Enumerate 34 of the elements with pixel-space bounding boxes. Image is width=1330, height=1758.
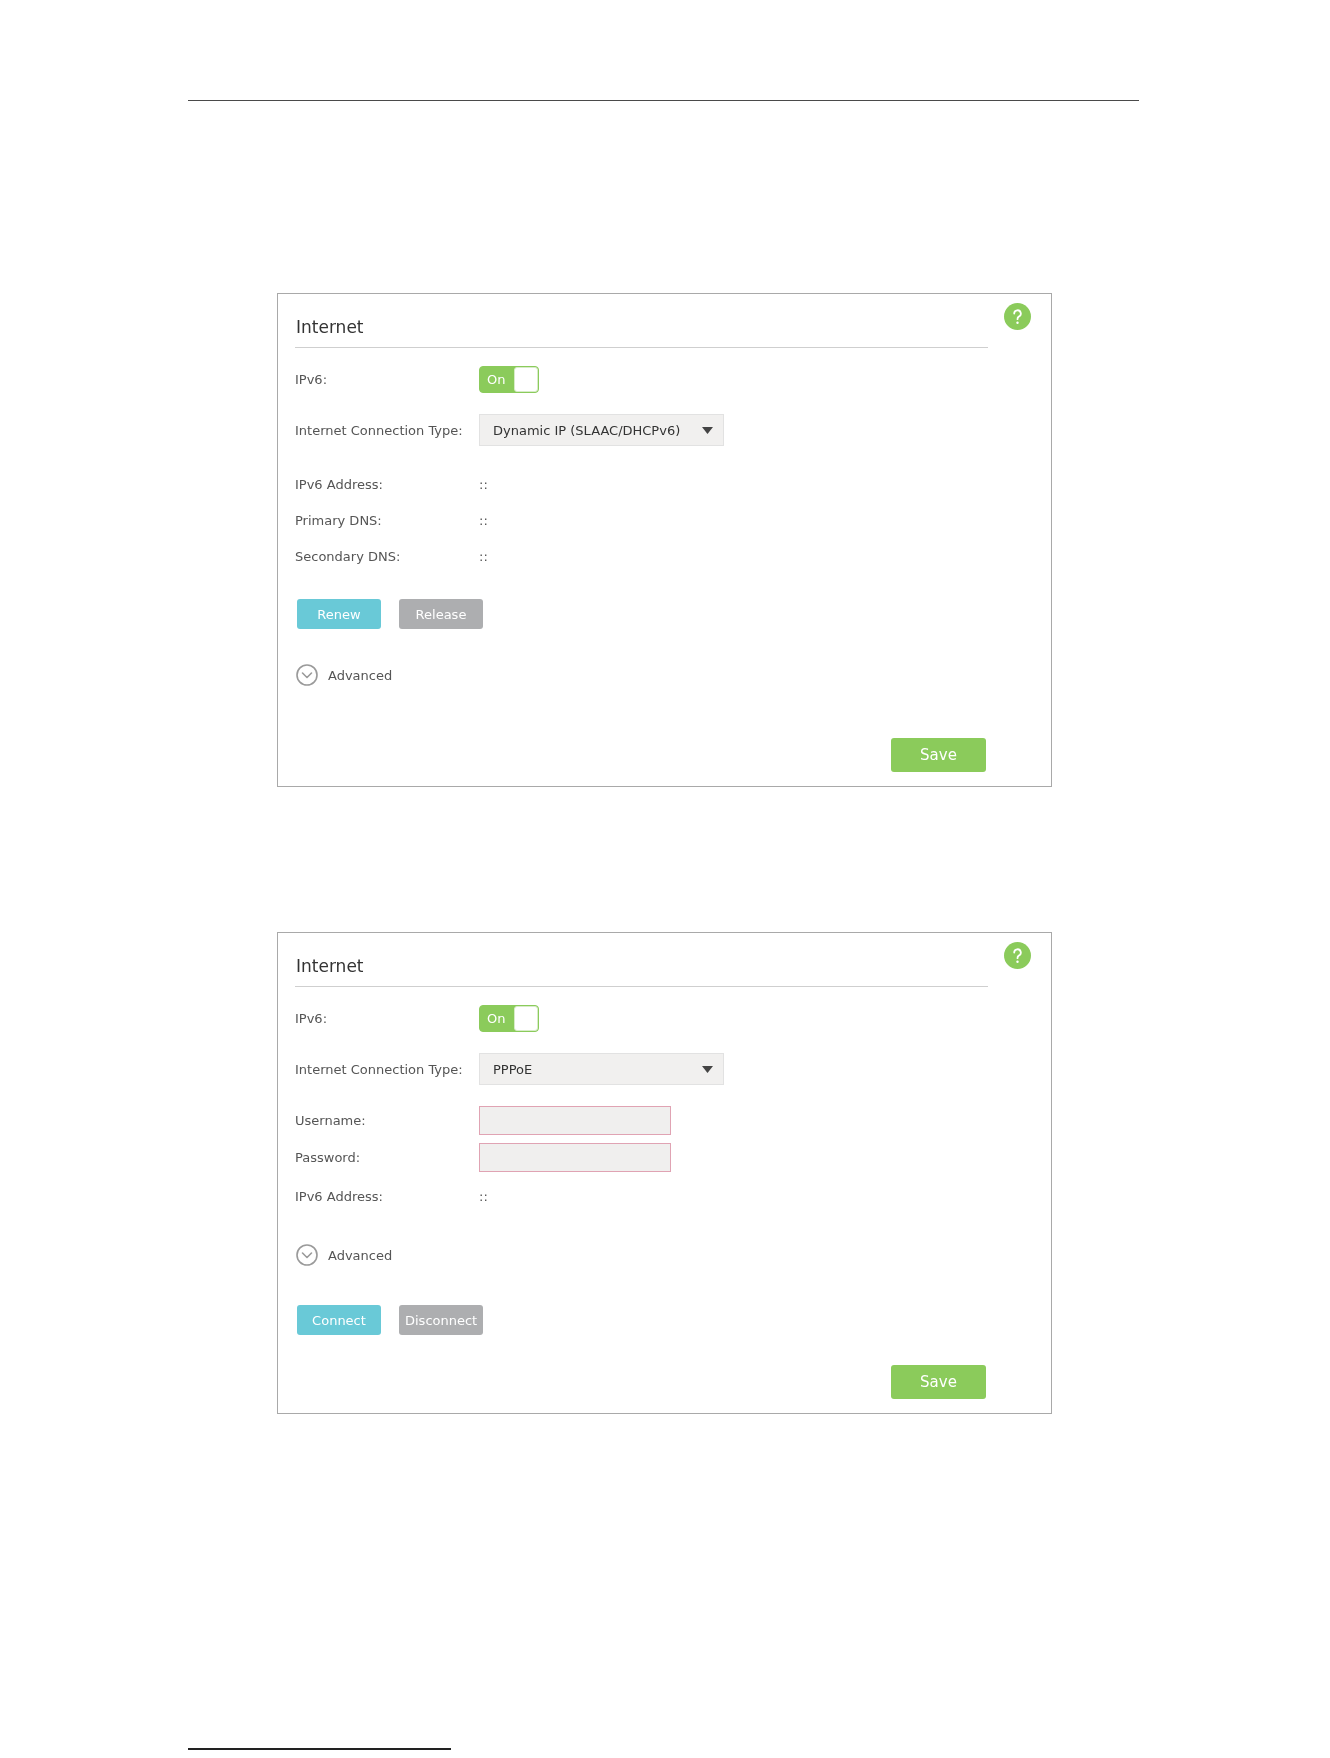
- action-button[interactable]: Disconnect: [399, 1305, 484, 1335]
- field-label: IPv6:: [295, 1011, 329, 1026]
- expand-toggle[interactable]: Advanced: [295, 664, 393, 686]
- field-label: Secondary DNS:: [295, 548, 402, 564]
- dropdown-select[interactable]: Dynamic IP (SLAAC/DHCPv6): [479, 414, 724, 446]
- save-button[interactable]: Save: [891, 738, 986, 772]
- action-button[interactable]: Connect: [297, 1305, 381, 1335]
- field-label: IPv6 Address:: [295, 1188, 384, 1204]
- field-value: ::: [479, 476, 488, 492]
- field-value: ::: [479, 548, 488, 564]
- field-label: IPv6:: [295, 372, 329, 387]
- section-title: Internet: [296, 316, 364, 338]
- field-label: Primary DNS:: [295, 512, 383, 528]
- save-button[interactable]: Save: [891, 1365, 986, 1399]
- field-label: Internet Connection Type:: [295, 422, 464, 438]
- field-label: Password:: [295, 1150, 362, 1165]
- caret-icon: [702, 1065, 713, 1073]
- section-title: Internet: [296, 955, 364, 977]
- input-field[interactable]: [479, 1143, 671, 1172]
- on-off-switch[interactable]: On: [479, 366, 539, 393]
- caret-icon: [702, 426, 713, 434]
- input-field[interactable]: [479, 1106, 671, 1135]
- action-button[interactable]: Renew: [297, 599, 381, 629]
- on-off-switch[interactable]: On: [479, 1005, 539, 1032]
- field-label: Internet Connection Type:: [295, 1061, 464, 1077]
- field-label: IPv6 Address:: [295, 476, 384, 492]
- field-value: ::: [479, 512, 488, 528]
- action-button[interactable]: Release: [399, 599, 483, 629]
- dropdown-select[interactable]: PPPoE: [479, 1053, 724, 1085]
- help-icon[interactable]: [1004, 303, 1031, 330]
- field-value: ::: [479, 1188, 488, 1204]
- expand-toggle[interactable]: Advanced: [295, 1244, 393, 1266]
- field-label: Username:: [295, 1113, 367, 1128]
- help-icon[interactable]: [1004, 942, 1031, 969]
